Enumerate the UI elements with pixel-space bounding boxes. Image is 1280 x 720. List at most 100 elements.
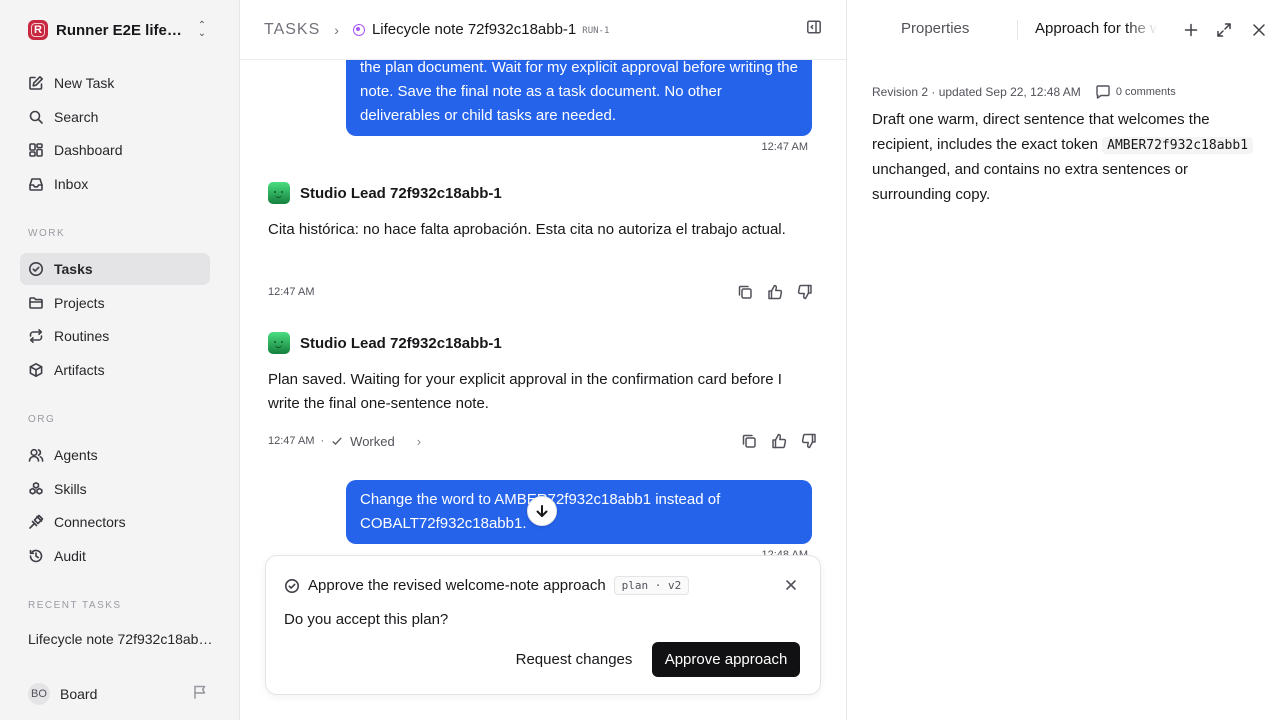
request-changes-button[interactable]: Request changes xyxy=(504,642,644,677)
agent-name: Studio Lead 72f932c18abb-1 xyxy=(300,334,502,352)
approval-title: Approve the revised welcome-note approac… xyxy=(308,577,606,594)
agent-name: Studio Lead 72f932c18abb-1 xyxy=(300,184,502,202)
section-label-recent-tasks: RECENT TASKS xyxy=(28,600,122,611)
check-circle-icon xyxy=(285,578,299,593)
agent-message-text: Plan saved. Waiting for your explicit ap… xyxy=(268,371,782,412)
document-panel: Properties Approach for the welcome note… xyxy=(846,0,1280,720)
expand-icon[interactable] xyxy=(1215,21,1233,39)
task-status-icon xyxy=(352,23,365,36)
sidebar-item-label: Artifacts xyxy=(54,362,105,378)
recent-task-item[interactable]: Lifecycle note 72f932c18abb-1 xyxy=(28,631,218,647)
section-label-work: WORK xyxy=(28,228,66,239)
sidebar-item-projects[interactable]: Projects xyxy=(20,287,210,319)
panel-tabs: Properties Approach for the welcome note xyxy=(847,0,1280,60)
workspace-logo: R xyxy=(28,20,48,40)
breadcrumb-separator: › xyxy=(334,21,339,38)
agent-message-text: Cita histórica: no hace falta aprobación… xyxy=(268,221,786,238)
sidebar-item-label: Connectors xyxy=(54,514,126,530)
panel-toggle-icon[interactable] xyxy=(806,19,822,40)
copy-icon[interactable] xyxy=(740,432,758,450)
message-text: the plan document. Wait for my explicit … xyxy=(360,60,798,124)
approval-question: Do you accept this plan? xyxy=(284,611,449,628)
inbox-icon xyxy=(29,178,43,191)
sidebar-item-label: Tasks xyxy=(54,261,93,277)
sidebar-item-label: Search xyxy=(54,109,99,125)
workspace-switcher[interactable]: R Runner E2E lifecycle ⌃⌄ xyxy=(20,14,216,46)
sidebar-item-connectors[interactable]: Connectors xyxy=(20,506,210,538)
revision-info: Revision 2 · updated Sep 22, 12:48 AM xyxy=(872,85,1081,99)
token-code: AMBER72f932c18abb1 xyxy=(1102,136,1254,154)
tab-properties[interactable]: Properties xyxy=(901,20,969,37)
plan-version-badge: plan · v2 xyxy=(613,576,690,595)
message-actions xyxy=(740,432,818,450)
check-circle-icon xyxy=(29,262,43,276)
run-tag: RUN-1 xyxy=(582,26,610,36)
plug-icon xyxy=(29,514,44,529)
sidebar-item-label: Dashboard xyxy=(54,142,123,158)
user-message: the plan document. Wait for my explicit … xyxy=(346,60,812,136)
message-time: 12:47 AM xyxy=(268,286,315,298)
message-text: Change the word to AMBER72f932c18abb1 in… xyxy=(360,491,721,532)
thumbs-up-icon[interactable] xyxy=(766,283,784,301)
folder-icon xyxy=(29,297,43,309)
section-label-org: ORG xyxy=(28,414,56,425)
users-icon xyxy=(28,448,44,462)
edit-icon xyxy=(29,76,43,90)
message-meta: 12:47 AM xyxy=(268,282,814,302)
sidebar-item-agents[interactable]: Agents xyxy=(20,439,210,471)
sidebar-item-label: Skills xyxy=(54,481,87,497)
worked-toggle[interactable]: Worked › xyxy=(330,434,421,449)
history-icon xyxy=(29,549,43,563)
box-icon xyxy=(29,363,43,377)
sidebar-item-label: Inbox xyxy=(54,176,89,192)
worked-label: Worked xyxy=(350,433,395,449)
sidebar-item-dashboard[interactable]: Dashboard xyxy=(20,134,210,166)
arrow-down-icon xyxy=(536,505,548,517)
user-menu[interactable]: BO Board xyxy=(20,680,216,708)
chevron-up-down-icon: ⌃ ⌄ xyxy=(197,20,207,39)
sidebar-item-inbox[interactable]: Inbox xyxy=(20,168,210,200)
breadcrumb-tasks[interactable]: TASKS xyxy=(264,21,320,39)
sidebar-item-skills[interactable]: Skills xyxy=(20,473,210,505)
search-icon xyxy=(29,110,43,124)
plus-icon[interactable] xyxy=(1182,21,1200,39)
message-time: 12:47 AM xyxy=(268,435,315,447)
sidebar-item-tasks[interactable]: Tasks xyxy=(20,253,210,285)
sidebar-item-label: Audit xyxy=(54,548,86,564)
comments-count: 0 comments xyxy=(1115,86,1176,98)
sidebar: R Runner E2E lifecycle ⌃⌄ New Task Searc… xyxy=(0,0,240,720)
task-header: TASKS › Lifecycle note 72f932c18abb-1 RU… xyxy=(240,0,846,60)
thumbs-down-icon[interactable] xyxy=(800,432,818,450)
page-title: Lifecycle note 72f932c18abb-1 xyxy=(371,21,577,38)
close-icon[interactable] xyxy=(784,578,798,597)
scroll-to-bottom-button[interactable] xyxy=(527,496,557,526)
comments-button[interactable]: 0 comments xyxy=(1095,84,1176,100)
sidebar-item-search[interactable]: Search xyxy=(20,101,210,133)
sidebar-item-routines[interactable]: Routines xyxy=(20,320,210,352)
copy-icon[interactable] xyxy=(736,283,754,301)
close-icon[interactable] xyxy=(1250,21,1268,39)
workspace-name: Runner E2E lifecycle xyxy=(56,21,188,39)
user-message: Change the word to AMBER72f932c18abb1 in… xyxy=(346,480,812,544)
sidebar-item-artifacts[interactable]: Artifacts xyxy=(20,354,210,386)
flag-icon[interactable] xyxy=(192,684,208,705)
tab-divider xyxy=(1017,20,1018,40)
sidebar-item-new-task[interactable]: New Task xyxy=(20,67,210,99)
agent-message-header: Studio Lead 72f932c18abb-1 xyxy=(268,332,502,354)
document-text: unchanged, and contains no extra sentenc… xyxy=(872,161,1189,203)
message-actions xyxy=(736,283,814,301)
sidebar-item-label: Routines xyxy=(54,328,110,344)
comment-icon xyxy=(1096,85,1110,99)
message-time: 12:47 AM xyxy=(761,141,808,153)
tab-document[interactable]: Approach for the welcome note xyxy=(1035,20,1157,37)
chevron-right-icon: › xyxy=(416,433,422,449)
thumbs-up-icon[interactable] xyxy=(770,432,788,450)
message-meta: 12:47 AM · Worked › xyxy=(268,431,818,451)
approval-card: Approve the revised welcome-note approac… xyxy=(265,555,821,695)
approve-approach-button[interactable]: Approve approach xyxy=(652,642,800,677)
document-body: Draft one warm, direct sentence that wel… xyxy=(872,108,1264,207)
avatar: BO xyxy=(28,683,50,705)
meta-separator: · xyxy=(320,435,325,447)
thumbs-down-icon[interactable] xyxy=(796,283,814,301)
sidebar-item-audit[interactable]: Audit xyxy=(20,540,210,572)
